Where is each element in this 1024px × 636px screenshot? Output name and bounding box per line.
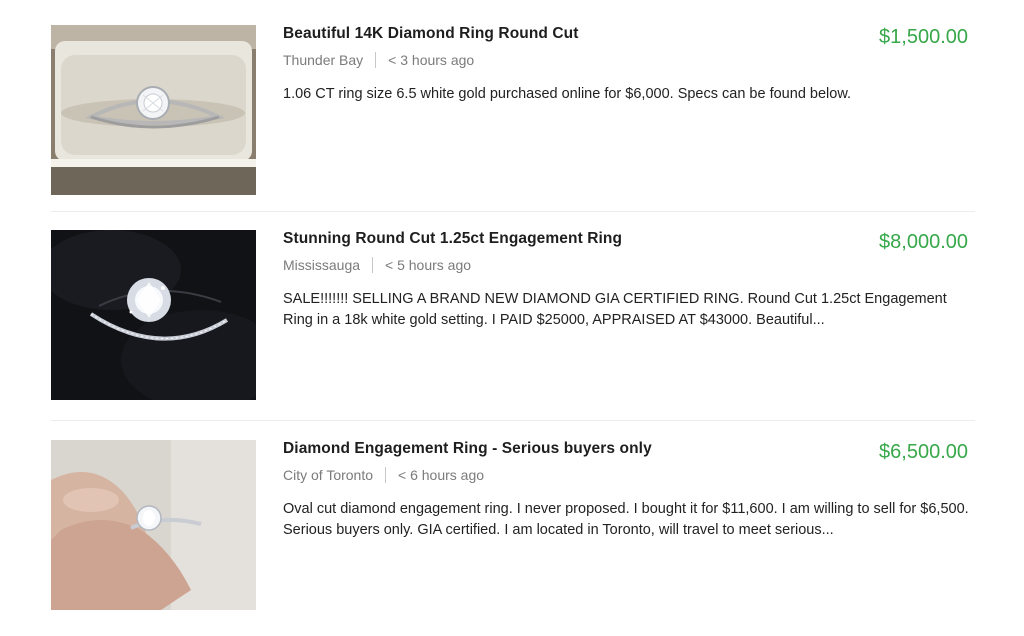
listing-divider [51,211,975,212]
listing-item[interactable]: Beautiful 14K Diamond Ring Round Cut $1,… [51,25,975,195]
listing-item[interactable]: Diamond Engagement Ring - Serious buyers… [51,440,975,610]
listing-description: SALE!!!!!!! SELLING A BRAND NEW DIAMOND … [283,291,947,328]
listing-posted-time: < 5 hours ago [385,257,472,273]
listing-location: Thunder Bay [283,52,364,68]
listing-divider [51,420,975,421]
listing-meta: Mississauga < 5 hours ago [283,257,471,273]
ring-on-velvet-image [51,230,256,400]
listing-price: $1,500.00 [879,26,968,48]
meta-separator [375,52,377,68]
ring-in-box-image [51,25,256,195]
listing-description: Oval cut diamond engagement ring. I neve… [283,501,969,538]
listing-thumbnail[interactable] [51,440,256,610]
listing-description: 1.06 CT ring size 6.5 white gold purchas… [283,86,852,102]
listing-thumbnail[interactable] [51,25,256,195]
listing-meta: Thunder Bay < 3 hours ago [283,52,474,68]
listing-title[interactable]: Diamond Engagement Ring - Serious buyers… [283,440,652,458]
listing-meta: City of Toronto < 6 hours ago [283,467,484,483]
listing-title[interactable]: Beautiful 14K Diamond Ring Round Cut [283,25,579,43]
listing-price: $8,000.00 [879,231,968,253]
listing-posted-time: < 6 hours ago [398,467,485,483]
listing-item[interactable]: Stunning Round Cut 1.25ct Engagement Rin… [51,230,975,400]
listing-price: $6,500.00 [879,441,968,463]
ring-in-hand-image [51,440,256,610]
listing-posted-time: < 3 hours ago [388,52,475,68]
listing-thumbnail[interactable] [51,230,256,400]
listing-location: City of Toronto [283,467,374,483]
listing-location: Mississauga [283,257,361,273]
listing-title[interactable]: Stunning Round Cut 1.25ct Engagement Rin… [283,230,622,248]
meta-separator [385,467,387,483]
meta-separator [372,257,374,273]
